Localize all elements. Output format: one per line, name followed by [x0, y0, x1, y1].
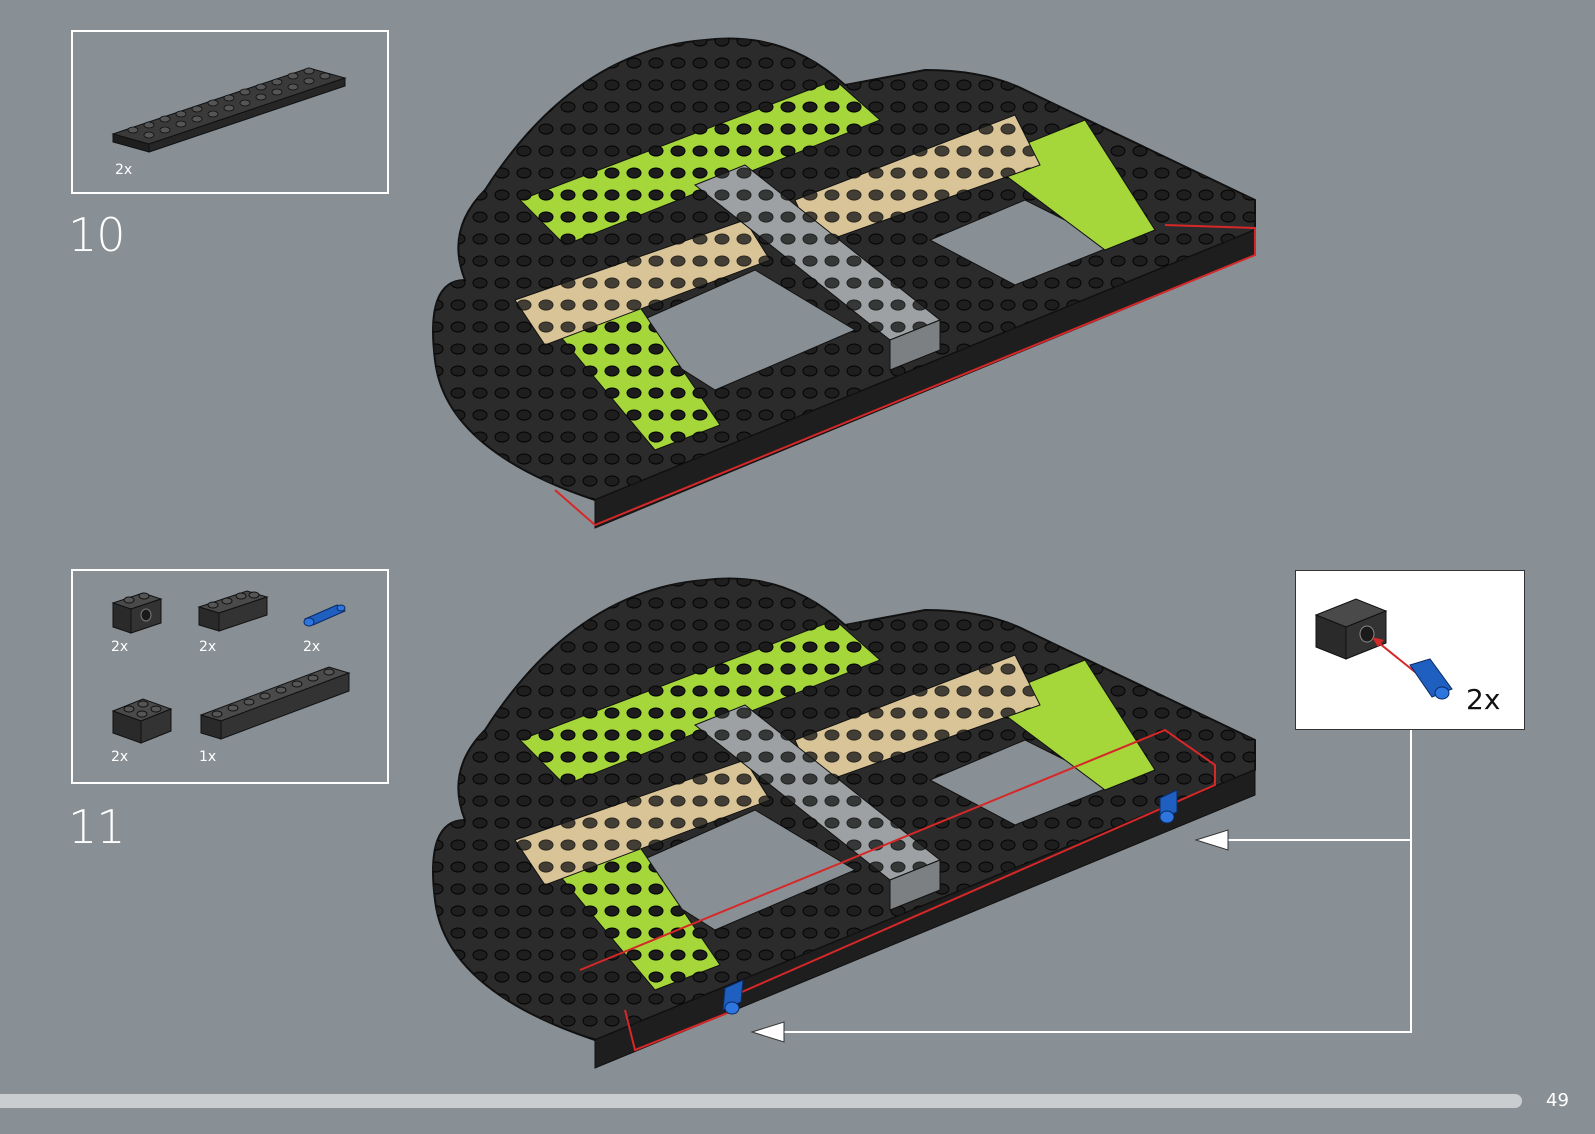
technic-brick-icon	[111, 592, 163, 634]
step-number: 11	[68, 800, 126, 854]
brick-1x4-icon	[197, 590, 269, 632]
brick-2x2-icon	[111, 698, 173, 744]
part-quantity: 1x	[199, 749, 217, 765]
part-quantity: 2x	[199, 639, 217, 655]
technic-brick-with-pin-icon	[1314, 598, 1453, 700]
page-number: 49	[1546, 1090, 1569, 1111]
part-quantity: 2x	[303, 639, 321, 655]
parts-list-step-10: 2x	[71, 30, 389, 194]
progress-bar	[0, 1094, 1522, 1108]
callout-quantity: 2x	[1466, 683, 1501, 716]
step-number: 10	[68, 208, 126, 262]
part-quantity: 2x	[111, 749, 129, 765]
sub-assembly-callout: 2x	[1295, 570, 1525, 730]
plate-2x12-icon	[111, 67, 347, 153]
brick-1x8-icon	[199, 666, 351, 740]
parts-list-step-11: 2x 2x 2x 2x 1x	[71, 569, 389, 784]
part-quantity: 2x	[115, 162, 133, 178]
model-assembly-step-10	[432, 37, 1256, 529]
axle-pin-icon	[303, 604, 346, 627]
part-quantity: 2x	[111, 639, 129, 655]
model-assembly-step-11	[432, 577, 1256, 1069]
